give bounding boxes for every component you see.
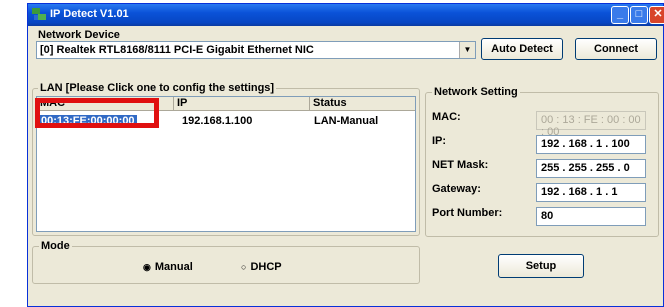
mode-group: Mode ◉ Manual ○ DHCP <box>32 240 420 284</box>
manual-radio[interactable]: ◉ Manual <box>143 261 193 273</box>
dhcp-radio-label: DHCP <box>250 261 282 273</box>
minimize-icon[interactable]: _ <box>611 6 629 24</box>
net-mask-label: NET Mask: <box>432 159 489 171</box>
auto-detect-button[interactable]: Auto Detect <box>481 38 563 60</box>
chevron-down-icon[interactable]: ▼ <box>459 42 475 58</box>
mac-field: 00 : 13 : FE : 00 : 00 : 00 <box>536 111 646 138</box>
column-header-ip[interactable]: IP <box>174 97 310 111</box>
network-device-select[interactable]: [0] Realtek RTL8168/8111 PCI-E Gigabit E… <box>36 41 476 59</box>
mode-title: Mode <box>39 240 72 252</box>
port-number-field[interactable]: 80 <box>536 207 646 226</box>
radio-unselected-icon: ○ <box>241 262 247 272</box>
gateway-field[interactable]: 192 . 168 . 1 . 1 <box>536 183 646 202</box>
ip-field[interactable]: 192 . 168 . 1 . 100 <box>536 135 646 154</box>
window-title: IP Detect V1.01 <box>50 8 129 20</box>
title-bar[interactable]: IP Detect V1.01 _ □ ✕ <box>28 4 664 26</box>
network-app-icon <box>32 8 46 20</box>
network-setting-title: Network Setting <box>432 86 520 98</box>
connect-button[interactable]: Connect <box>575 38 657 60</box>
lan-group-title: LAN [Please Click one to config the sett… <box>38 82 277 94</box>
setup-button[interactable]: Setup <box>498 254 584 278</box>
network-setting-group: Network Setting MAC: 00 : 13 : FE : 00 :… <box>425 86 659 237</box>
network-device-label: Network Device <box>38 29 120 41</box>
gateway-label: Gateway: <box>432 183 481 195</box>
net-mask-field[interactable]: 255 . 255 . 255 . 0 <box>536 159 646 178</box>
app-window: IP Detect V1.01 _ □ ✕ Network Device [0]… <box>27 3 664 307</box>
mac-label: MAC: <box>432 111 461 123</box>
manual-radio-label: Manual <box>154 261 193 273</box>
dhcp-radio[interactable]: ○ DHCP <box>241 261 282 273</box>
close-icon[interactable]: ✕ <box>649 6 664 24</box>
network-device-value: [0] Realtek RTL8168/8111 PCI-E Gigabit E… <box>40 44 314 56</box>
row-ip[interactable]: 192.168.1.100 <box>182 115 252 127</box>
row-status[interactable]: LAN-Manual <box>314 115 378 127</box>
maximize-icon[interactable]: □ <box>630 6 648 24</box>
highlight-box <box>35 98 159 128</box>
ip-label: IP: <box>432 135 447 147</box>
column-header-status[interactable]: Status <box>310 97 415 111</box>
radio-selected-icon: ◉ <box>143 262 151 272</box>
port-number-label: Port Number: <box>432 207 503 219</box>
